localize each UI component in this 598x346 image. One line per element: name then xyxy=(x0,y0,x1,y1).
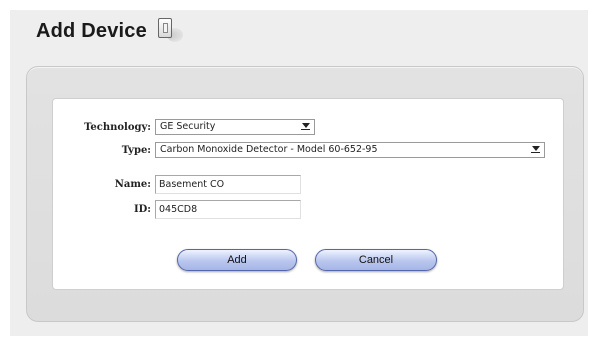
type-select-value: Carbon Monoxide Detector - Model 60-652-… xyxy=(160,144,378,155)
add-button[interactable]: Add xyxy=(177,249,297,271)
page-title: Add Device xyxy=(36,19,147,42)
id-label: ID: xyxy=(133,204,151,215)
technology-row: Technology: GE Security xyxy=(65,119,315,135)
dropdown-arrow-icon xyxy=(530,146,541,155)
technology-select-value: GE Security xyxy=(160,121,216,132)
type-row: Type: Carbon Monoxide Detector - Model 6… xyxy=(65,142,545,158)
technology-label: Technology: xyxy=(84,121,151,133)
name-row: Name: Basement CO xyxy=(65,175,301,194)
device-icon xyxy=(157,18,183,44)
technology-select[interactable]: GE Security xyxy=(155,119,315,135)
type-label: Type: xyxy=(121,144,151,156)
cancel-button[interactable]: Cancel xyxy=(315,249,437,271)
dropdown-arrow-icon xyxy=(300,123,311,132)
title-row: Add Device xyxy=(36,18,183,44)
type-select[interactable]: Carbon Monoxide Detector - Model 60-652-… xyxy=(155,142,545,158)
id-row: ID: 045CD8 xyxy=(65,200,301,219)
id-input[interactable]: 045CD8 xyxy=(155,200,301,219)
name-input[interactable]: Basement CO xyxy=(155,175,301,194)
add-device-form: Technology: GE Security Type: Carbon Mon… xyxy=(52,98,564,290)
name-label: Name: xyxy=(114,179,151,190)
